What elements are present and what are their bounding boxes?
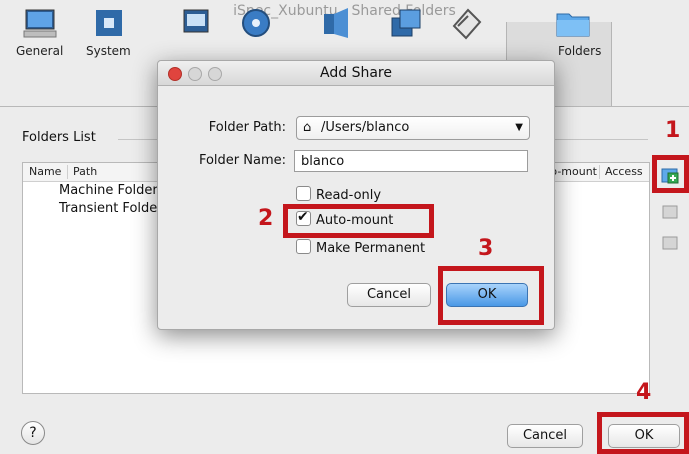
network-icon xyxy=(388,6,424,38)
column-header-name[interactable]: Name xyxy=(29,163,61,181)
help-button[interactable]: ? xyxy=(21,421,45,445)
column-divider xyxy=(67,165,68,179)
remove-folder-button[interactable] xyxy=(659,233,681,253)
edit-folder-button[interactable] xyxy=(659,202,681,222)
display-icon xyxy=(178,6,214,38)
folder-icon xyxy=(553,6,590,38)
tree-row-machine-folders[interactable]: Machine Folders xyxy=(59,183,165,198)
column-header-access[interactable]: Access xyxy=(605,163,643,181)
cancel-button[interactable]: Cancel xyxy=(507,424,583,448)
tab-usb[interactable] xyxy=(448,6,484,42)
dialog-cancel-button[interactable]: Cancel xyxy=(347,283,431,307)
make-permanent-label: Make Permanent xyxy=(316,241,426,256)
annotation-number-3: 3 xyxy=(478,236,494,261)
read-only-checkbox[interactable]: Read-only xyxy=(296,186,381,204)
home-icon: ⌂ xyxy=(303,120,312,135)
minimize-icon[interactable] xyxy=(188,67,202,81)
column-header-path[interactable]: Path xyxy=(73,163,97,181)
annotation-number-2: 2 xyxy=(258,206,274,231)
folder-path-select[interactable]: ⌂ /Users/blanco ▼ xyxy=(296,116,530,140)
make-permanent-box xyxy=(296,239,311,254)
annotation-box-3 xyxy=(438,266,544,325)
tab-system-label: System xyxy=(86,44,131,58)
tree-row-transient-folders[interactable]: Transient Folders xyxy=(59,201,169,216)
annotation-box-4 xyxy=(597,412,689,454)
tab-audio[interactable] xyxy=(318,6,354,42)
zoom-icon[interactable] xyxy=(208,67,222,81)
make-permanent-checkbox[interactable]: Make Permanent xyxy=(296,239,425,257)
folder-path-label: Folder Path: xyxy=(208,120,286,135)
annotation-box-2 xyxy=(283,204,434,238)
folder-path-value: /Users/blanco xyxy=(321,120,410,135)
disk-icon xyxy=(238,6,274,38)
tab-system[interactable]: System xyxy=(86,6,131,58)
tab-shared-folders-label: Folders xyxy=(558,44,602,58)
annotation-number-4: 4 xyxy=(636,380,652,405)
annotation-number-1: 1 xyxy=(665,118,681,143)
usb-icon xyxy=(448,6,484,40)
folder-name-input[interactable]: blanco xyxy=(294,150,528,172)
column-divider xyxy=(599,165,600,179)
chevron-down-icon: ▼ xyxy=(515,122,523,133)
tab-general-label: General xyxy=(16,44,64,58)
tab-shared-folders[interactable]: Folders xyxy=(540,6,601,58)
folder-name-label: Folder Name: xyxy=(198,153,286,168)
close-icon[interactable] xyxy=(168,67,182,81)
read-only-box xyxy=(296,186,311,201)
remove-folder-icon xyxy=(662,236,678,250)
audio-icon xyxy=(318,6,354,38)
folders-list-title: Folders List xyxy=(22,130,96,145)
edit-folder-icon xyxy=(662,205,678,219)
tab-display[interactable] xyxy=(178,6,214,42)
tab-general[interactable]: General xyxy=(16,6,63,58)
tab-network[interactable] xyxy=(388,6,424,42)
annotation-box-1 xyxy=(652,155,689,193)
read-only-label: Read-only xyxy=(316,188,382,203)
monitor-icon xyxy=(22,6,58,38)
tab-storage[interactable] xyxy=(238,6,274,42)
chip-icon xyxy=(90,6,126,38)
